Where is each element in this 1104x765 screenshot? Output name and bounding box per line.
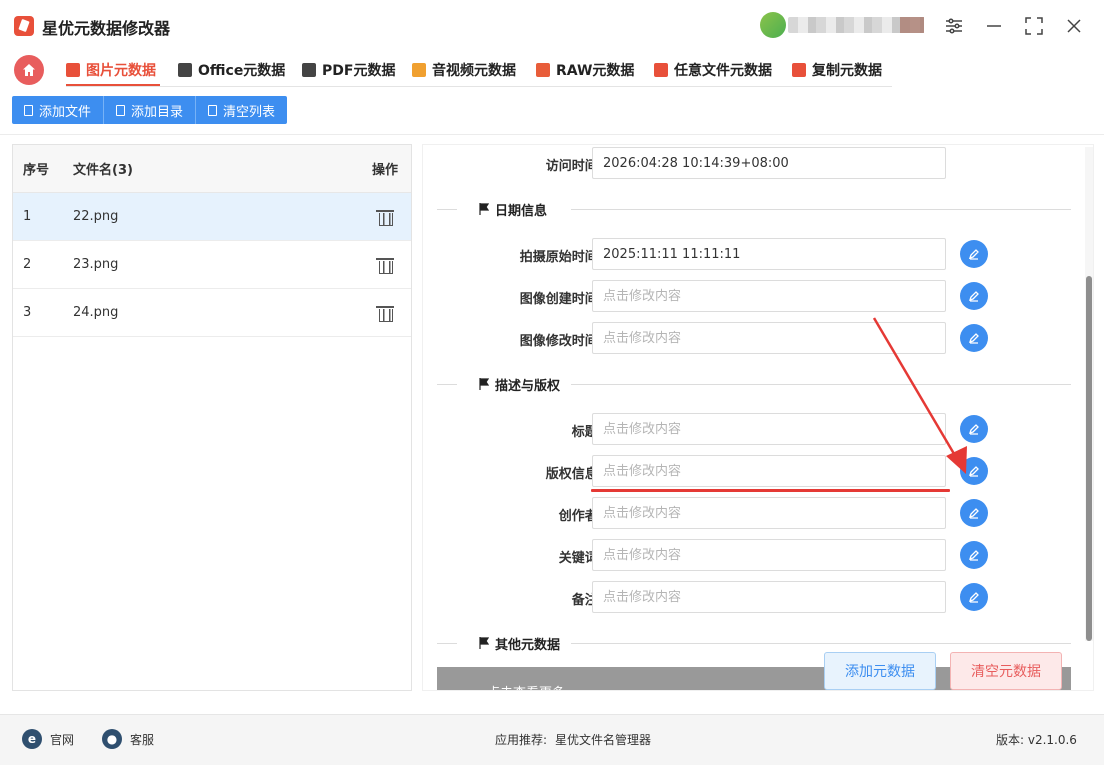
clear-metadata-button[interactable]: 清空元数据 xyxy=(950,652,1062,690)
minimize-icon[interactable] xyxy=(980,12,1008,40)
pencil-icon xyxy=(968,592,979,603)
chat-icon: ● xyxy=(102,729,122,749)
tab-av-metadata[interactable]: 音视频元数据 xyxy=(412,56,516,84)
annotation-underline xyxy=(591,489,950,492)
clear-list-button[interactable]: 清空列表 xyxy=(196,96,288,124)
tab-office-metadata[interactable]: Office元数据 xyxy=(178,56,285,84)
video-icon xyxy=(412,63,426,77)
remark-row: 备注: xyxy=(423,581,1093,613)
tab-any-file-metadata[interactable]: 任意文件元数据 xyxy=(654,56,772,84)
edit-button[interactable] xyxy=(960,583,988,611)
table-row[interactable]: 3 24.png xyxy=(13,289,411,337)
access-time-row: 访问时间: xyxy=(423,147,1093,179)
pencil-icon xyxy=(968,508,979,519)
edit-button[interactable] xyxy=(960,240,988,268)
active-tab-indicator xyxy=(66,84,160,86)
add-metadata-button[interactable]: 添加元数据 xyxy=(824,652,936,690)
file-icon xyxy=(654,63,668,77)
pencil-icon xyxy=(968,291,979,302)
keywords-row: 关键词: xyxy=(423,539,1093,571)
add-directory-button[interactable]: 添加目录 xyxy=(104,96,197,124)
version-label: 版本: v2.1.0.6 xyxy=(996,733,1077,747)
app-logo-icon xyxy=(14,16,34,36)
flag-icon xyxy=(479,378,489,390)
edit-button[interactable] xyxy=(960,541,988,569)
col-operation: 操作 xyxy=(371,163,398,178)
file-icon xyxy=(24,104,33,116)
copyright-row: 版权信息: xyxy=(423,455,1093,487)
delete-icon[interactable] xyxy=(376,209,394,226)
creator-row: 创作者: xyxy=(423,497,1093,529)
shot-time-row: 拍摄原始时间: xyxy=(423,238,1093,270)
keywords-field[interactable] xyxy=(592,539,946,571)
website-link[interactable]: e 官网 xyxy=(22,729,74,749)
section-other-metadata: 其他元数据 xyxy=(437,633,1071,653)
office-icon xyxy=(178,63,192,77)
annotation-arrow xyxy=(872,317,967,474)
pdf-icon xyxy=(302,63,316,77)
camera-icon xyxy=(536,63,550,77)
create-time-field[interactable] xyxy=(592,280,946,312)
delete-icon[interactable] xyxy=(376,257,394,274)
access-time-field[interactable] xyxy=(592,147,946,179)
table-row[interactable]: 2 23.png xyxy=(13,241,411,289)
add-file-button[interactable]: 添加文件 xyxy=(12,96,105,124)
browser-icon: e xyxy=(22,729,42,749)
edit-button[interactable] xyxy=(960,499,988,527)
close-icon[interactable] xyxy=(1060,12,1088,40)
table-row[interactable]: 1 22.png xyxy=(13,193,411,241)
recommend-app-link[interactable]: 星优文件名管理器 xyxy=(555,731,651,748)
trash-icon xyxy=(208,104,218,116)
delete-icon[interactable] xyxy=(376,305,394,322)
remark-field[interactable] xyxy=(592,581,946,613)
toolbar: 添加文件 添加目录 清空列表 xyxy=(12,96,288,124)
flag-icon xyxy=(479,637,489,649)
file-list-header: 序号 文件名(3) 操作 xyxy=(13,145,411,193)
support-link[interactable]: ● 客服 xyxy=(102,729,154,749)
home-icon xyxy=(23,64,35,76)
tab-image-metadata[interactable]: 图片元数据 xyxy=(66,56,156,84)
toolbar-divider xyxy=(0,134,1104,135)
folder-icon xyxy=(116,104,126,116)
scrollbar-thumb[interactable] xyxy=(1086,276,1092,641)
edit-button[interactable] xyxy=(960,282,988,310)
tab-bar: 图片元数据 Office元数据 PDF元数据 音视频元数据 RAW元数据 任意文… xyxy=(0,50,1104,90)
footer: e 官网 ● 客服 应用推荐: 星优文件名管理器 版本: v2.1.0.6 xyxy=(0,714,1104,765)
pencil-icon xyxy=(968,249,979,260)
home-button[interactable] xyxy=(14,55,44,85)
flag-icon xyxy=(479,203,489,215)
app-title: 星优元数据修改器 xyxy=(42,19,171,38)
settings-icon[interactable] xyxy=(940,12,968,40)
maximize-icon[interactable] xyxy=(1020,12,1048,40)
shot-time-field[interactable] xyxy=(592,238,946,270)
title-bar: 星优元数据修改器 xyxy=(0,0,1104,50)
modify-time-row: 图像修改时间: xyxy=(423,322,1093,354)
tab-divider xyxy=(66,86,892,87)
creator-field[interactable] xyxy=(592,497,946,529)
section-date-info: 日期信息 xyxy=(437,199,1071,219)
file-list: 序号 文件名(3) 操作 1 22.png 2 23.png 3 24.png xyxy=(12,144,412,691)
tab-copy-metadata[interactable]: 复制元数据 xyxy=(792,56,882,84)
tab-raw-metadata[interactable]: RAW元数据 xyxy=(536,56,634,84)
pencil-icon xyxy=(968,550,979,561)
user-avatar[interactable] xyxy=(760,12,786,38)
metadata-panel: 访问时间: 日期信息 拍摄原始时间: 图像创建时间: 图像修改时间: 描述与版权… xyxy=(422,144,1094,691)
recommend: 应用推荐: 星优文件名管理器 xyxy=(495,731,652,748)
copy-icon xyxy=(792,63,806,77)
title-row: 标题: xyxy=(423,413,1093,445)
tab-pdf-metadata[interactable]: PDF元数据 xyxy=(302,56,395,84)
image-icon xyxy=(66,63,80,77)
col-index: 序号 xyxy=(23,163,50,178)
user-name-blurred xyxy=(788,17,924,33)
col-filename: 文件名(3) xyxy=(73,163,133,178)
create-time-row: 图像创建时间: xyxy=(423,280,1093,312)
